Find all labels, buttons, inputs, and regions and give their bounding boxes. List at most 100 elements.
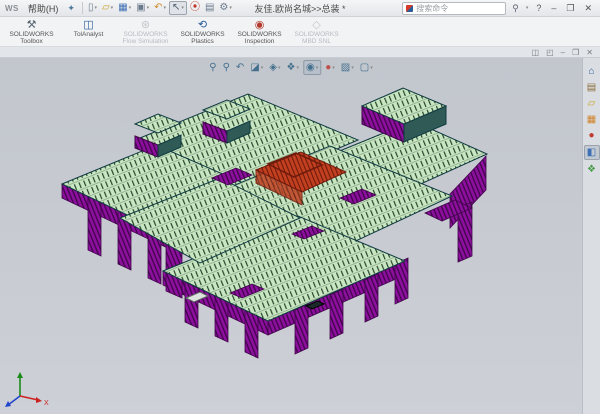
solidworks-inspection-icon: ◉ — [255, 19, 265, 31]
print-document[interactable]: ▣▾ — [134, 2, 151, 14]
titlebar-right: 搜索命令 ⚲ ▾ ? – ❐ ✕ — [402, 2, 600, 15]
file-properties-icon: ▤ — [205, 3, 214, 13]
dropdown-caret-icon: ▾ — [111, 5, 114, 11]
doc-window-icon-a-icon: ◫ — [532, 48, 540, 57]
dropdown-caret-icon: ▾ — [278, 65, 281, 71]
file-explorer-icon: ▱ — [588, 98, 596, 109]
custom-properties-icon: ◧ — [587, 147, 596, 158]
doc-restore[interactable]: ❐ — [572, 48, 579, 57]
open-document-icon: ▱ — [102, 3, 110, 13]
restore-button[interactable]: ❐ — [564, 4, 576, 13]
doc-minimize[interactable]: – — [561, 48, 565, 57]
solidworks-inspection[interactable]: ◉SOLIDWORKS Inspection — [231, 18, 288, 46]
doc-minimize-icon: – — [561, 48, 565, 57]
rebuild[interactable]: ⦿ — [188, 2, 202, 14]
new-document[interactable]: ▯▾ — [86, 2, 99, 14]
options[interactable]: ⚙▾ — [217, 2, 233, 14]
new-document-icon: ▯ — [88, 3, 94, 13]
appearances-scenes[interactable]: ● — [585, 129, 599, 142]
save-document[interactable]: ▦▾ — [116, 2, 133, 14]
solidworks-flow-simulation-label: SOLIDWORKS Flow Simulation — [117, 31, 174, 45]
solidworks-mbd-snl-icon: ◇ — [312, 19, 320, 31]
solidworks-mbd-snl-label: SOLIDWORKS MBD SNL — [288, 31, 345, 45]
doc-restore-icon: ❐ — [572, 48, 579, 57]
display-style-icon: ❖ — [287, 63, 296, 73]
toolbar-separator — [82, 2, 83, 14]
hide-show-items[interactable]: ◉▾ — [303, 60, 321, 75]
solidworks-toolbox-label: SOLIDWORKS Toolbox — [3, 31, 60, 45]
app-logo: WS — [5, 4, 19, 13]
task-pane-strip: ⌂ ▤ ▱ ▦ ● ◧ ❖ — [582, 58, 600, 414]
view-settings[interactable]: ▢▾ — [358, 61, 375, 74]
search-caret-icon[interactable]: ▾ — [526, 5, 529, 11]
previous-view[interactable]: ↶ — [234, 61, 246, 74]
design-library[interactable]: ▤ — [585, 81, 599, 94]
view-palette[interactable]: ▦ — [585, 113, 599, 126]
view-orientation[interactable]: ◈▾ — [267, 61, 282, 74]
forum[interactable]: ❖ — [585, 163, 599, 176]
menu-help[interactable]: 帮助(H) — [23, 2, 64, 15]
dropdown-caret-icon: ▾ — [147, 5, 150, 11]
search-commands-input[interactable]: 搜索命令 — [402, 2, 506, 15]
reference-triad: X — [5, 372, 49, 407]
print-document-icon: ▣ — [136, 3, 145, 13]
tab-strip: ◫ ◰–❐ ✕ — [0, 47, 600, 58]
dropdown-caret-icon: ▾ — [296, 65, 299, 71]
edit-appearance[interactable]: ●▾ — [323, 61, 337, 74]
solidworks-flow-simulation[interactable]: ⊛SOLIDWORKS Flow Simulation — [117, 18, 174, 46]
model-canvas[interactable]: X — [0, 58, 582, 414]
command-manager-ribbon: ⚒SOLIDWORKS Toolbox◫TolAnalyst⊛SOLIDWORK… — [0, 17, 600, 47]
file-properties[interactable]: ▤ — [203, 2, 216, 14]
open-document[interactable]: ▱▾ — [100, 2, 115, 14]
custom-properties[interactable]: ◧ — [584, 145, 600, 160]
undo[interactable]: ↶▾ — [152, 2, 168, 14]
options-icon: ⚙ — [219, 3, 228, 13]
doc-window-icon-b[interactable]: ◰ — [546, 48, 554, 57]
zoom-to-fit[interactable]: ⚲ — [207, 61, 218, 74]
file-explorer[interactable]: ▱ — [585, 97, 599, 110]
undo-icon: ↶ — [154, 3, 162, 13]
dropdown-caret-icon: ▾ — [129, 5, 132, 11]
solidworks-resources[interactable]: ⌂ — [585, 65, 599, 78]
edit-appearance-icon: ● — [325, 63, 331, 73]
dropdown-caret-icon: ▾ — [181, 5, 184, 11]
tolanalyst-label: TolAnalyst — [74, 31, 104, 38]
help-button[interactable]: ? — [534, 4, 543, 13]
doc-window-icon-b-icon: ◰ — [546, 48, 554, 57]
save-document-icon: ▦ — [118, 3, 127, 13]
doc-close[interactable]: ✕ — [586, 48, 593, 57]
doc-window-icon-a[interactable]: ◫ — [532, 48, 540, 57]
tolanalyst[interactable]: ◫TolAnalyst — [60, 18, 117, 46]
pin-menu-icon[interactable]: ✦ — [67, 3, 75, 14]
minimize-button[interactable]: – — [549, 4, 558, 13]
view-palette-icon: ▦ — [587, 114, 596, 125]
dropdown-caret-icon: ▾ — [164, 5, 167, 11]
zoom-to-area[interactable]: ⚲ — [221, 61, 232, 74]
search-magnifier-icon[interactable]: ⚲ — [512, 4, 519, 13]
solidworks-inspection-label: SOLIDWORKS Inspection — [231, 31, 288, 45]
section-view[interactable]: ◪▾ — [248, 61, 265, 74]
solidworks-flow-simulation-icon: ⊛ — [141, 19, 150, 31]
select-tool[interactable]: ↖▾ — [169, 1, 187, 15]
display-style[interactable]: ❖▾ — [285, 61, 301, 74]
forum-icon: ❖ — [587, 164, 596, 175]
dropdown-caret-icon: ▾ — [370, 65, 373, 71]
solidworks-search-icon — [406, 5, 413, 12]
section-view-icon: ◪ — [250, 63, 259, 73]
tolanalyst-icon: ◫ — [83, 19, 93, 31]
dropdown-caret-icon: ▾ — [94, 5, 97, 11]
apply-scene[interactable]: ▨▾ — [339, 61, 356, 74]
solidworks-toolbox-icon: ⚒ — [27, 19, 37, 31]
doc-close-icon: ✕ — [586, 48, 593, 57]
solidworks-toolbox[interactable]: ⚒SOLIDWORKS Toolbox — [3, 18, 60, 46]
solidworks-resources-icon: ⌂ — [588, 66, 594, 77]
solidworks-mbd-snl[interactable]: ◇SOLIDWORKS MBD SNL — [288, 18, 345, 46]
solidworks-plastics-label: SOLIDWORKS Plastics — [174, 31, 231, 45]
dropdown-caret-icon: ▾ — [351, 65, 354, 71]
dropdown-caret-icon: ▾ — [332, 65, 335, 71]
zoom-to-fit-icon: ⚲ — [209, 63, 216, 73]
graphics-viewport[interactable]: ⚲⚲↶◪▾◈▾❖▾◉▾●▾▨▾▢▾ — [0, 58, 582, 414]
solidworks-plastics[interactable]: ⟲SOLIDWORKS Plastics — [174, 18, 231, 46]
dropdown-caret-icon: ▾ — [316, 65, 319, 71]
close-button[interactable]: ✕ — [582, 4, 594, 13]
